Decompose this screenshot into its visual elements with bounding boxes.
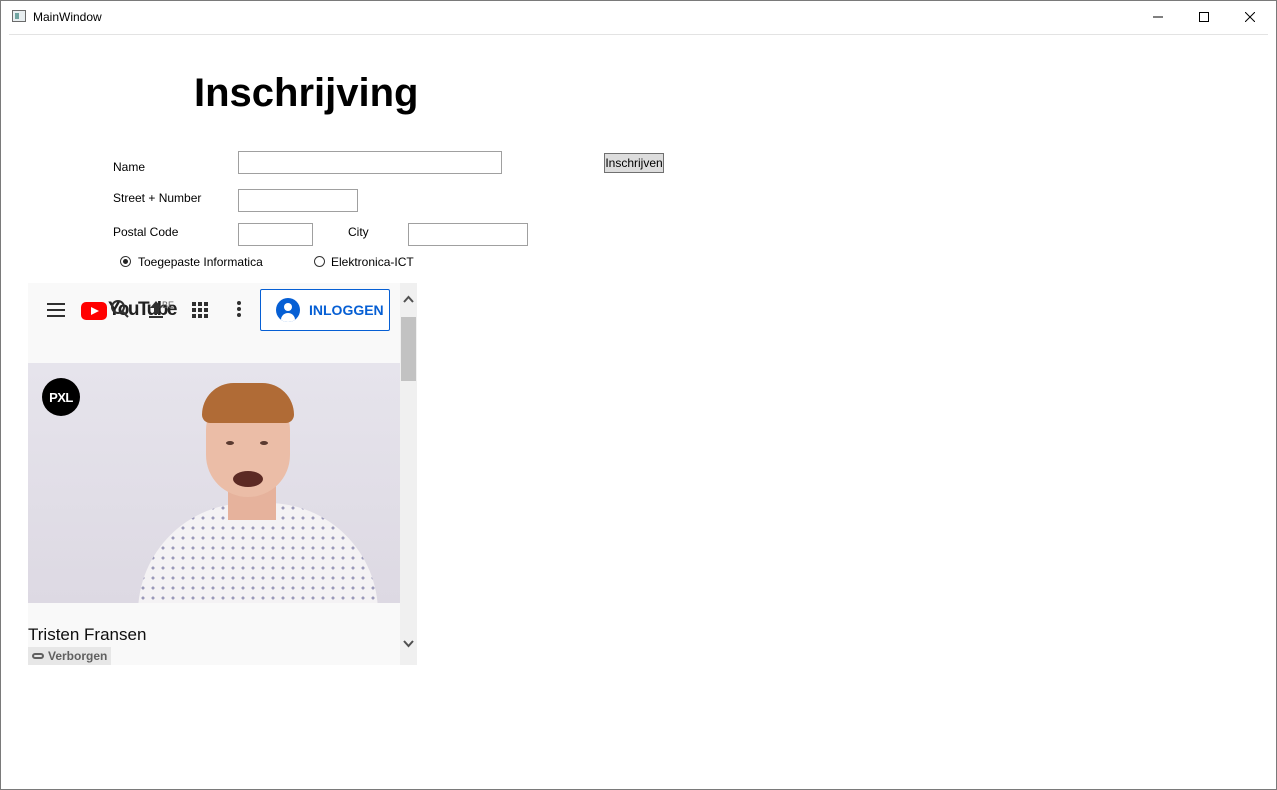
visibility-label: Verborgen (48, 649, 108, 663)
maximize-button[interactable] (1181, 1, 1227, 33)
embedded-browser[interactable]: YouTube BE INLOGGEN PXL Tristen Fransen … (28, 283, 417, 665)
title-separator (9, 34, 1268, 35)
menu-icon[interactable] (47, 303, 65, 317)
city-label: City (348, 225, 369, 239)
name-field[interactable] (238, 151, 502, 174)
main-window: MainWindow Inschrijving Name Inschrijven… (0, 0, 1277, 790)
link-icon (32, 653, 44, 659)
radio-label-elektronica-ict[interactable]: Elektronica-ICT (331, 255, 414, 269)
title-bar[interactable]: MainWindow (1, 1, 1276, 33)
window-app-icon (12, 10, 26, 22)
name-label: Name (113, 160, 146, 174)
search-icon[interactable] (110, 299, 130, 319)
maximize-icon (1199, 12, 1209, 22)
more-icon[interactable] (237, 301, 241, 319)
minimize-icon (1153, 16, 1163, 18)
youtube-header: YouTube BE INLOGGEN (28, 283, 400, 338)
radio-elektronica-ict[interactable] (314, 256, 325, 267)
scroll-up-icon (403, 295, 414, 303)
person-eye-right (260, 441, 268, 445)
scroll-down-icon (403, 640, 414, 648)
scroll-thumb[interactable] (401, 317, 416, 381)
postal-code-label: Postal Code (113, 225, 179, 239)
visibility-badge: Verborgen (28, 647, 112, 665)
signin-label: INLOGGEN (309, 302, 384, 318)
youtube-logo-icon[interactable] (81, 302, 107, 320)
person-mouth (233, 471, 263, 487)
radio-toegepaste-informatica[interactable] (120, 256, 131, 267)
street-field[interactable] (238, 189, 358, 212)
window-title: MainWindow (33, 10, 102, 24)
person-eye-left (226, 441, 234, 445)
radio-label-toegepaste-informatica[interactable]: Toegepaste Informatica (138, 255, 263, 269)
video-title[interactable]: Tristen Fransen (28, 625, 146, 645)
close-icon (1245, 12, 1255, 22)
city-field[interactable] (408, 223, 528, 246)
inschrijven-button[interactable]: Inschrijven (604, 153, 664, 173)
minimize-button[interactable] (1135, 1, 1181, 33)
person-hair (202, 383, 294, 423)
scroll-up-button[interactable] (400, 285, 417, 313)
signin-button[interactable]: INLOGGEN (260, 289, 390, 331)
scroll-down-button[interactable] (400, 633, 417, 653)
channel-logo: PXL (42, 378, 80, 416)
page-title: Inschrijving (194, 71, 419, 115)
account-icon (276, 298, 300, 322)
street-label: Street + Number (113, 191, 202, 205)
postal-code-field[interactable] (238, 223, 313, 246)
upload-icon[interactable] (146, 298, 166, 320)
close-button[interactable] (1227, 1, 1273, 33)
vertical-scrollbar[interactable] (400, 283, 417, 665)
apps-icon[interactable] (192, 302, 208, 318)
video-player[interactable]: PXL (28, 363, 400, 603)
